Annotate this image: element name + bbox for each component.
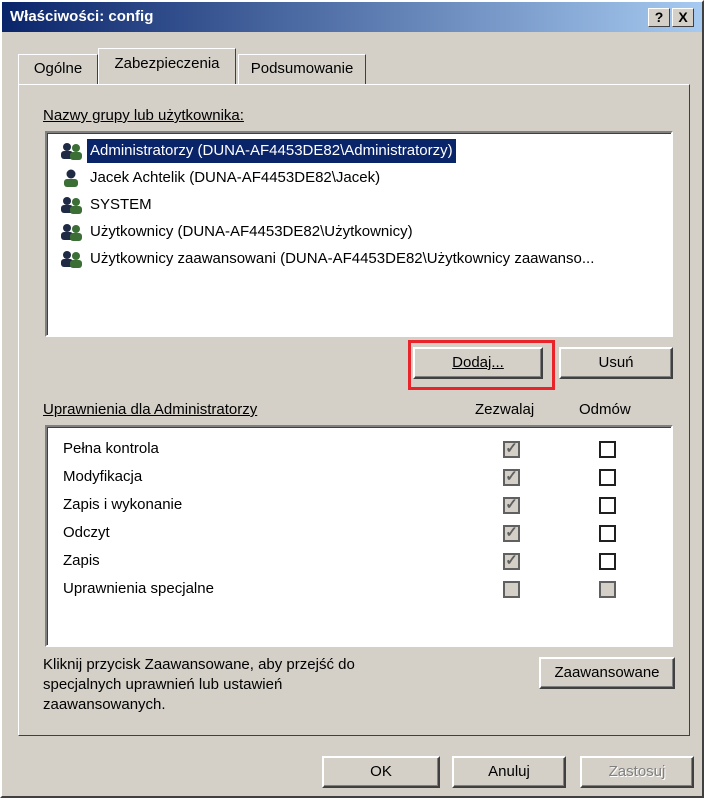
users-list-label: Nazwy grupy lub użytkownika: (43, 107, 244, 124)
apply-button-label: Zastosuj (608, 763, 666, 780)
cancel-button[interactable]: Anuluj (452, 756, 566, 788)
ok-button-label: OK (370, 763, 392, 780)
users-list[interactable]: Administratorzy (DUNA-AF4453DE82\Adminis… (45, 131, 673, 337)
allow-full-control-checkbox[interactable]: ✓ (503, 440, 520, 458)
group-icon (61, 143, 82, 160)
remove-button[interactable]: Usuń (559, 347, 673, 379)
group-icon (61, 197, 82, 214)
advanced-button[interactable]: Zaawansowane (539, 657, 675, 689)
deny-column-header: Odmów (579, 401, 631, 418)
allow-read-execute-checkbox[interactable]: ✓ (503, 496, 520, 514)
permission-row: Modyfikacja (63, 468, 143, 485)
permissions-list[interactable]: Pełna kontrola Modyfikacja Zapis i wykon… (45, 425, 673, 647)
allow-special-checkbox[interactable] (503, 581, 520, 598)
permission-row: Odczyt (63, 524, 110, 541)
deny-write-checkbox[interactable] (599, 553, 616, 570)
user-icon (64, 169, 78, 187)
user-name: SYSTEM (90, 196, 152, 213)
list-item[interactable]: Jacek Achtelik (DUNA-AF4453DE82\Jacek) (53, 166, 665, 190)
security-tab-panel: Nazwy grupy lub użytkownika: Administrat… (18, 84, 690, 736)
list-item[interactable]: Użytkownicy (DUNA-AF4453DE82\Użytkownicy… (53, 220, 665, 244)
allow-read-checkbox[interactable]: ✓ (503, 524, 520, 542)
deny-modify-checkbox[interactable] (599, 469, 616, 486)
info-line: Kliknij przycisk Zaawansowane, aby przej… (43, 656, 355, 673)
list-item[interactable]: SYSTEM (53, 193, 665, 217)
deny-special-checkbox[interactable] (599, 581, 616, 598)
permission-row: Zapis (63, 552, 100, 569)
user-name: Administratorzy (DUNA-AF4453DE82\Adminis… (87, 139, 456, 163)
permission-row: Uprawnienia specjalne (63, 580, 214, 597)
tab-general[interactable]: Ogólne (18, 54, 98, 84)
tab-security[interactable]: Zabezpieczenia (98, 48, 236, 84)
close-button[interactable]: X (672, 8, 694, 27)
list-item[interactable]: Administratorzy (DUNA-AF4453DE82\Adminis… (53, 139, 665, 163)
remove-button-label: Usuń (598, 354, 634, 371)
permission-row: Pełna kontrola (63, 440, 159, 457)
window-title: Właściwości: config (10, 8, 154, 25)
info-line: specjalnych uprawnień lub ustawień (43, 676, 283, 693)
permission-row: Zapis i wykonanie (63, 496, 183, 513)
properties-dialog: Właściwości: config ? X Ogólne Zabezpiec… (0, 0, 704, 798)
users-list-label-text: Nazwy grupy lub użytkownika: (43, 107, 244, 124)
deny-full-control-checkbox[interactable] (599, 441, 616, 458)
info-line: zaawansowanych. (43, 696, 166, 713)
deny-read-checkbox[interactable] (599, 525, 616, 542)
advanced-button-label: Zaawansowane (554, 664, 660, 681)
tab-summary[interactable]: Podsumowanie (238, 54, 366, 84)
deny-read-execute-checkbox[interactable] (599, 497, 616, 514)
group-icon (61, 224, 82, 241)
allow-write-checkbox[interactable]: ✓ (503, 552, 520, 570)
user-name: Jacek Achtelik (DUNA-AF4453DE82\Jacek) (90, 169, 381, 186)
group-icon (61, 251, 82, 268)
title-bar[interactable]: Właściwości: config ? X (2, 2, 702, 32)
advanced-info-text: Kliknij przycisk Zaawansowane, aby przej… (43, 655, 423, 715)
ok-button[interactable]: OK (322, 756, 440, 788)
list-item[interactable]: Użytkownicy zaawansowani (DUNA-AF4453DE8… (53, 247, 665, 271)
allow-modify-checkbox[interactable]: ✓ (503, 468, 520, 486)
apply-button[interactable]: Zastosuj (580, 756, 694, 788)
cancel-button-label: Anuluj (488, 763, 530, 780)
permissions-label-text: Uprawnienia dla Administratorzy (43, 401, 258, 418)
allow-column-header: Zezwalaj (475, 401, 535, 418)
user-name: Użytkownicy (DUNA-AF4453DE82\Użytkownicy… (90, 223, 413, 240)
help-button[interactable]: ? (648, 8, 670, 27)
user-name: Użytkownicy zaawansowani (DUNA-AF4453DE8… (90, 250, 595, 267)
highlight-box (408, 340, 555, 390)
permissions-label: Uprawnienia dla Administratorzy (43, 401, 257, 418)
